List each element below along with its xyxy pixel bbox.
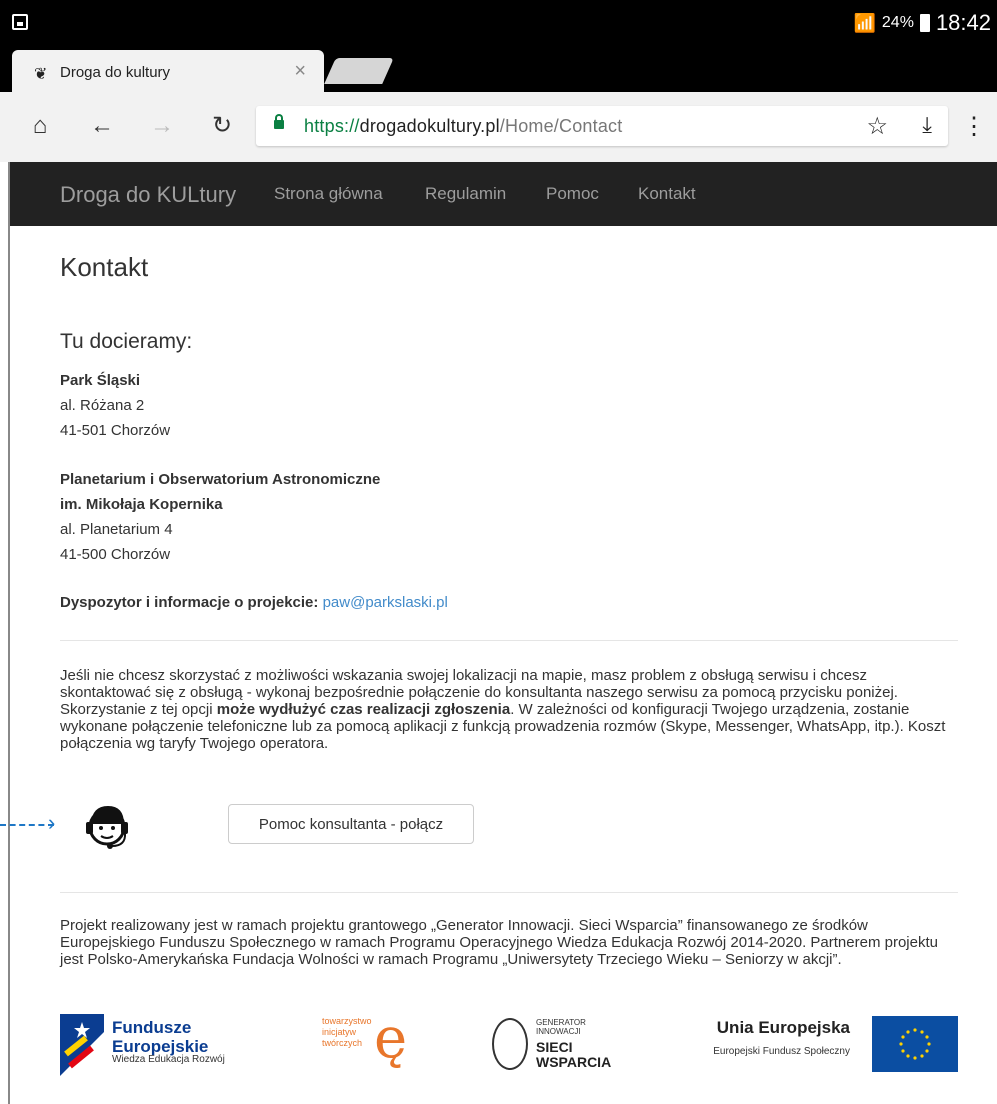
home-icon[interactable]: ⌂ (24, 110, 56, 142)
fundusze-europejskie-logo: Fundusze Europejskie Wiedza Edukacja Rozw… (60, 1014, 280, 1076)
address-line2: 41-501 Chorzów (60, 422, 171, 439)
gi-big-text: SIECI WSPARCIA (536, 1039, 612, 1070)
back-icon[interactable]: ← (86, 110, 118, 142)
address-line2: 41-500 Chorzów (60, 546, 171, 563)
download-icon[interactable]: ⤓ (922, 112, 932, 138)
nav-link-home[interactable]: Strona główna (274, 184, 383, 204)
page-title: Kontakt (60, 252, 149, 282)
site-navbar: Droga do KULtury Strona główna Regulamin… (10, 162, 997, 226)
bookmark-star-icon[interactable]: ☆ (866, 112, 888, 141)
new-tab-button[interactable] (324, 58, 394, 84)
section-subtitle: Tu docieramy: (60, 330, 193, 353)
towarzystwo-logo: towarzystwo inicjatyw twórczych ę (322, 1008, 432, 1076)
gi-mark-icon (492, 1018, 528, 1070)
unia-europejska-logo: Unia Europejska Europejski Fundusz Społe… (668, 1014, 958, 1076)
battery-percentage: 24% (881, 14, 914, 31)
ue-title: Unia Europejska (716, 1018, 850, 1037)
status-right: 📶 24% 18:42 (853, 10, 991, 36)
wifi-icon: 📶 (853, 12, 876, 33)
fe-flag-icon (60, 1014, 104, 1076)
lock-icon (274, 114, 284, 129)
url-scheme: https:// (304, 116, 360, 136)
forward-icon[interactable]: → (146, 110, 178, 142)
gi-small-text: GENERATOR INNOWACJI (536, 1018, 586, 1036)
annotation-arrow-icon: › (48, 810, 56, 835)
reload-icon[interactable]: ↻ (206, 110, 238, 142)
address-name: Planetarium i Obserwatorium Astronomiczn… (60, 471, 381, 488)
info-paragraph: Jeśli nie chcesz skorzystać z możliwości… (60, 667, 958, 752)
tab-strip: ❦ Droga do kultury × (0, 44, 997, 92)
contact-line: Dyspozytor i informacje o projekcie: paw… (60, 594, 448, 611)
site-brand[interactable]: Droga do KULtury (60, 182, 236, 208)
consultant-call-button[interactable]: Pomoc konsultanta - połącz (228, 804, 474, 844)
address-line1: al. Różana 2 (60, 397, 145, 414)
battery-icon (919, 14, 930, 32)
url-path: /Home/Contact (499, 116, 623, 136)
divider (60, 892, 958, 893)
menu-dots-icon[interactable]: ⋮ (962, 112, 986, 141)
address-name2: im. Mikołaja Kopernika (60, 496, 223, 513)
generator-innowacji-logo: GENERATOR INNOWACJI SIECI WSPARCIA (492, 1014, 612, 1076)
divider (60, 640, 958, 641)
web-page: Droga do KULtury Strona główna Regulamin… (8, 162, 997, 1104)
favicon-icon: ❦ (34, 66, 48, 83)
tab-title: Droga do kultury (60, 64, 171, 81)
nav-link-pomoc[interactable]: Pomoc (546, 184, 599, 204)
nav-link-kontakt[interactable]: Kontakt (638, 184, 696, 204)
url-host: drogadokultury.pl (359, 116, 500, 136)
tow-text: towarzystwo inicjatyw twórczych (322, 1016, 372, 1048)
footer-paragraph: Projekt realizowany jest w ramach projek… (60, 917, 938, 968)
gallery-icon (12, 14, 28, 30)
address-planetarium: Planetarium i Obserwatorium Astronomiczn… (60, 467, 380, 567)
url-text[interactable]: https://drogadokultury.pl/Home/Contact (304, 116, 622, 137)
browser-toolbar: ⌂ ← → ↻ https://drogadokultury.pl/Home/C… (0, 92, 997, 162)
eu-flag-icon (872, 1016, 958, 1072)
address-park: Park Śląski al. Różana 2 41-501 Chorzów (60, 368, 170, 443)
close-tab-icon[interactable]: × (294, 60, 306, 83)
info-bold-text: może wydłużyć czas realizacji zgłoszenia (216, 701, 511, 718)
headset-icon (86, 806, 128, 849)
address-line1: al. Planetarium 4 (60, 521, 173, 538)
annotation-arrow-line (0, 824, 54, 826)
address-bar[interactable]: https://drogadokultury.pl/Home/Contact ☆… (256, 106, 948, 146)
fe-title: Fundusze Europejskie (112, 1018, 209, 1056)
address-name: Park Śląski (60, 372, 141, 389)
partner-logos: Fundusze Europejskie Wiedza Edukacja Rozw… (60, 1008, 958, 1084)
nav-link-regulamin[interactable]: Regulamin (425, 184, 506, 204)
contact-label: Dyspozytor i informacje o projekcie: (60, 594, 319, 611)
tow-letter: ę (374, 1006, 408, 1071)
status-bar: 📶 24% 18:42 (0, 0, 997, 44)
clock: 18:42 (935, 10, 991, 35)
ue-subtitle: Europejski Fundusz Społeczny (713, 1046, 850, 1057)
contact-email-link[interactable]: paw@parkslaski.pl (323, 594, 448, 611)
browser-tab[interactable]: ❦ Droga do kultury × (12, 50, 324, 92)
fe-subtitle: Wiedza Edukacja Rozwój (112, 1054, 225, 1065)
